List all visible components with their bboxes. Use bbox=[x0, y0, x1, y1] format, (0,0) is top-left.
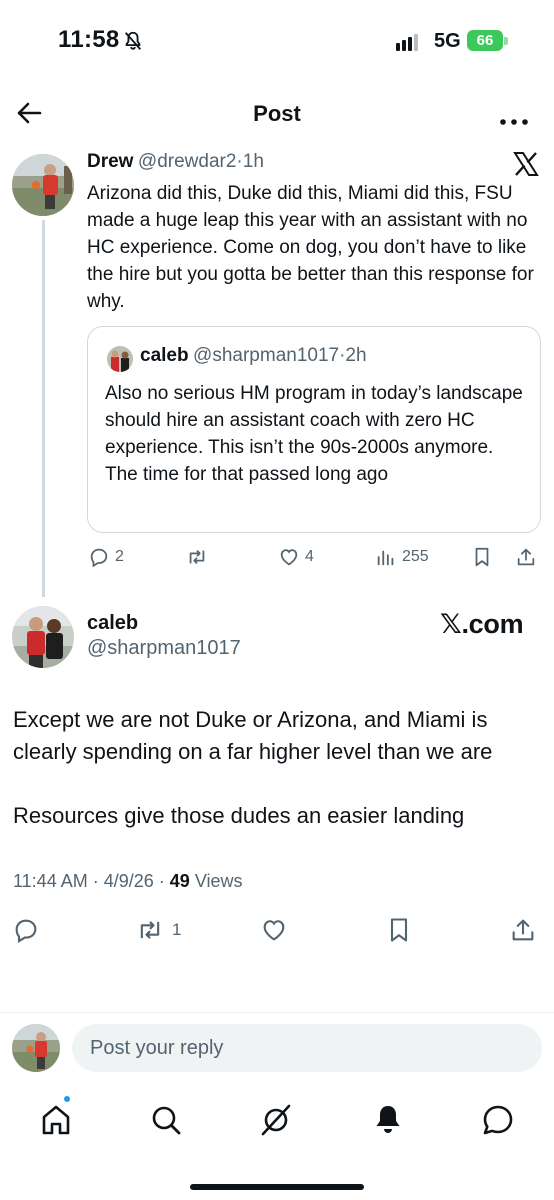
status-time: 11:58 bbox=[58, 26, 120, 53]
author-handle[interactable]: @drewdar2 bbox=[138, 151, 237, 172]
views-count: 49 bbox=[169, 871, 190, 891]
heart-icon bbox=[263, 920, 285, 941]
notifications-icon[interactable] bbox=[370, 1102, 406, 1138]
post-time: 1h bbox=[242, 151, 264, 172]
repost-icon bbox=[189, 549, 205, 565]
post-date: 4/9/26 bbox=[103, 871, 154, 891]
cell-signal-icon bbox=[396, 33, 420, 51]
more-options-icon[interactable] bbox=[500, 112, 528, 125]
home-notification-dot bbox=[62, 1094, 72, 1104]
avatar-caleb[interactable] bbox=[12, 606, 74, 668]
quote-text: Also no serious HM program in today’s la… bbox=[105, 383, 523, 485]
views-button[interactable]: 255 bbox=[375, 543, 429, 571]
home-icon[interactable] bbox=[38, 1102, 74, 1138]
reply-icon bbox=[90, 548, 108, 568]
repost-icon bbox=[140, 921, 160, 939]
share-button[interactable] bbox=[515, 543, 537, 571]
reply-button[interactable]: 2 bbox=[88, 543, 124, 571]
battery-tip bbox=[504, 37, 508, 45]
share-button[interactable] bbox=[509, 914, 537, 946]
like-button[interactable] bbox=[260, 914, 288, 946]
quote-header: caleb @sharpman1017·2h bbox=[140, 345, 367, 367]
share-icon bbox=[512, 919, 534, 941]
reply-input[interactable]: Post your reply bbox=[72, 1024, 542, 1072]
bottom-nav bbox=[0, 1090, 554, 1150]
like-count: 4 bbox=[305, 548, 314, 565]
x-com-watermark: 𝕏.com bbox=[440, 609, 524, 639]
like-button[interactable]: 4 bbox=[278, 543, 314, 571]
post-text-continued: Resources give those dudes an easier lan… bbox=[13, 803, 465, 828]
avatar-self bbox=[12, 1024, 60, 1072]
post-action-bar: 2 4 255 bbox=[88, 543, 540, 571]
post-meta: 11:44 AM · 4/9/26 · 49 Views bbox=[13, 871, 243, 891]
quote-author-name: caleb bbox=[140, 345, 189, 366]
page-title: Post bbox=[253, 101, 301, 126]
home-indicator bbox=[190, 1184, 364, 1190]
search-icon[interactable] bbox=[148, 1102, 184, 1138]
share-icon bbox=[517, 548, 535, 566]
views-chart-icon bbox=[377, 550, 394, 566]
repost-count: 1 bbox=[172, 920, 182, 939]
bookmark-button[interactable] bbox=[471, 543, 493, 571]
post-text: Except we are not Duke or Arizona, and M… bbox=[13, 707, 493, 764]
quote-time: 2h bbox=[345, 345, 367, 366]
repost-button[interactable] bbox=[186, 543, 208, 571]
quote-author-handle: @sharpman1017 bbox=[193, 345, 340, 366]
reply-icon bbox=[15, 919, 37, 943]
bookmark-button[interactable] bbox=[385, 914, 413, 946]
post-text: Arizona did this, Duke did this, Miami d… bbox=[87, 183, 534, 312]
avatar-caleb-small bbox=[107, 346, 133, 372]
bookmark-icon bbox=[475, 547, 489, 567]
battery-level: 66 bbox=[467, 30, 503, 51]
thread-connector bbox=[42, 220, 45, 597]
grok-icon[interactable] bbox=[258, 1102, 294, 1138]
heart-icon bbox=[280, 549, 298, 566]
bookmark-icon bbox=[390, 918, 408, 942]
avatar-drew[interactable] bbox=[12, 154, 74, 216]
reply-count: 2 bbox=[115, 548, 124, 565]
silent-bell-icon bbox=[122, 30, 144, 52]
author-name[interactable]: caleb bbox=[87, 612, 138, 635]
x-logo-icon bbox=[513, 151, 539, 177]
views-label: Views bbox=[194, 871, 243, 891]
messages-icon[interactable] bbox=[480, 1102, 516, 1138]
post-header: Drew @drewdar2·1h bbox=[87, 151, 264, 173]
post-time: 11:44 AM bbox=[13, 871, 88, 891]
reply-button[interactable] bbox=[12, 914, 40, 946]
main-action-bar: 1 bbox=[12, 914, 542, 946]
author-handle[interactable]: @sharpman1017 bbox=[87, 637, 241, 660]
repost-button[interactable]: 1 bbox=[136, 914, 181, 946]
network-type: 5G bbox=[434, 30, 461, 52]
author-name[interactable]: Drew bbox=[87, 151, 133, 172]
divider bbox=[0, 1012, 554, 1013]
view-count: 255 bbox=[402, 548, 429, 565]
